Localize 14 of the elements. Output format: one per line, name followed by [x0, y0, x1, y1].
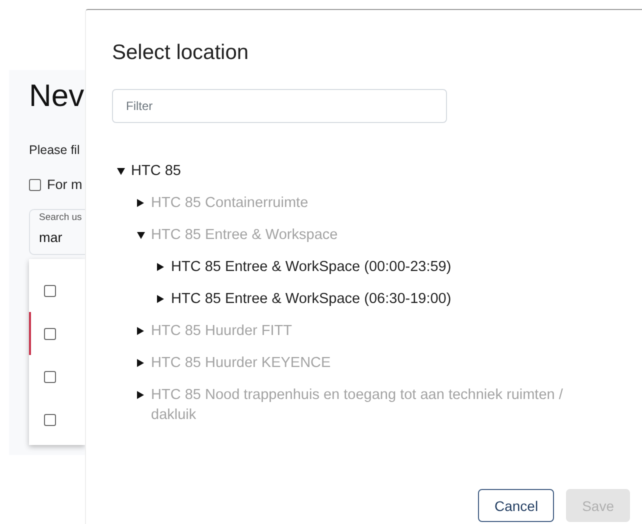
- filter-field[interactable]: Filter: [112, 89, 447, 123]
- checkbox[interactable]: [44, 284, 56, 296]
- checkbox[interactable]: [29, 178, 41, 190]
- search-field[interactable]: Search us mar: [29, 209, 85, 255]
- checkbox[interactable]: [44, 414, 56, 426]
- dialog-title: Select location: [112, 40, 250, 66]
- dialog-button[interactable]: Cancel: [478, 489, 554, 522]
- checkbox[interactable]: [44, 328, 56, 340]
- page-heading: Nev: [29, 77, 84, 115]
- checkbox[interactable]: [44, 370, 56, 382]
- tree-item[interactable]: HTC 85: [131, 161, 181, 181]
- checkbox-label: For m: [47, 177, 82, 192]
- caret-down-icon[interactable]: [117, 168, 125, 175]
- intro-text: Please fil: [29, 143, 81, 157]
